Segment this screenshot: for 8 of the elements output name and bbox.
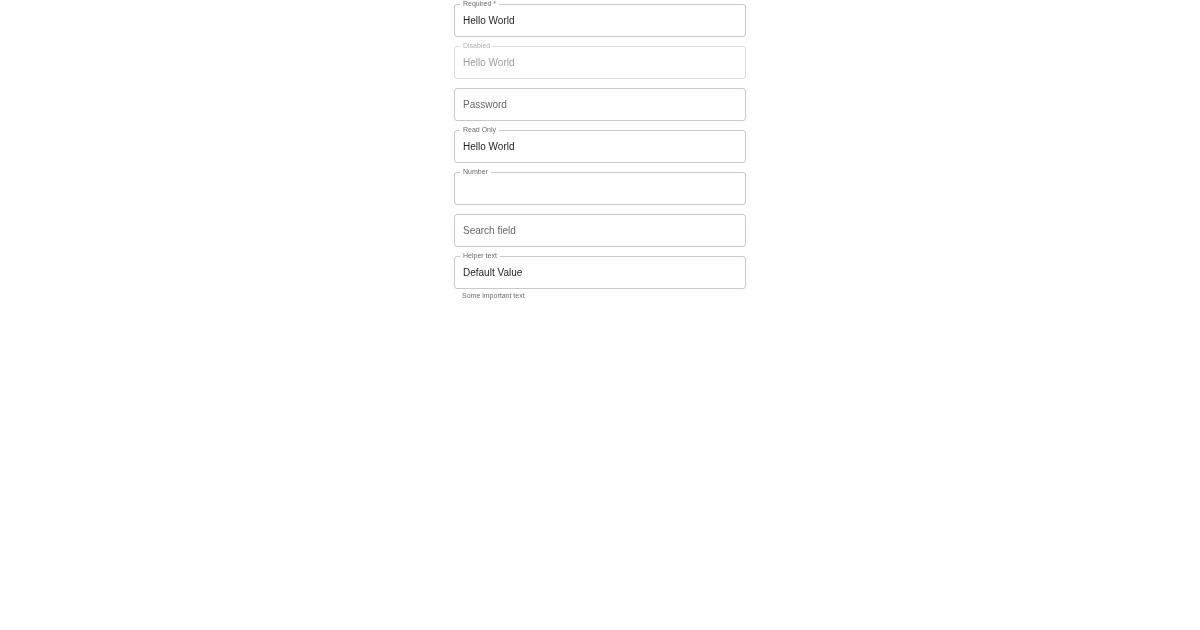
field-value: Hello World xyxy=(463,140,515,154)
field-value: Hello World xyxy=(463,56,515,70)
field-value: Default Value xyxy=(463,266,523,280)
input-field[interactable]: Search field xyxy=(454,214,746,247)
field-label: Search field xyxy=(463,224,516,238)
field-label: Password xyxy=(463,98,507,112)
field-value: Hello World xyxy=(463,14,515,28)
input-field[interactable]: Password xyxy=(454,88,746,121)
